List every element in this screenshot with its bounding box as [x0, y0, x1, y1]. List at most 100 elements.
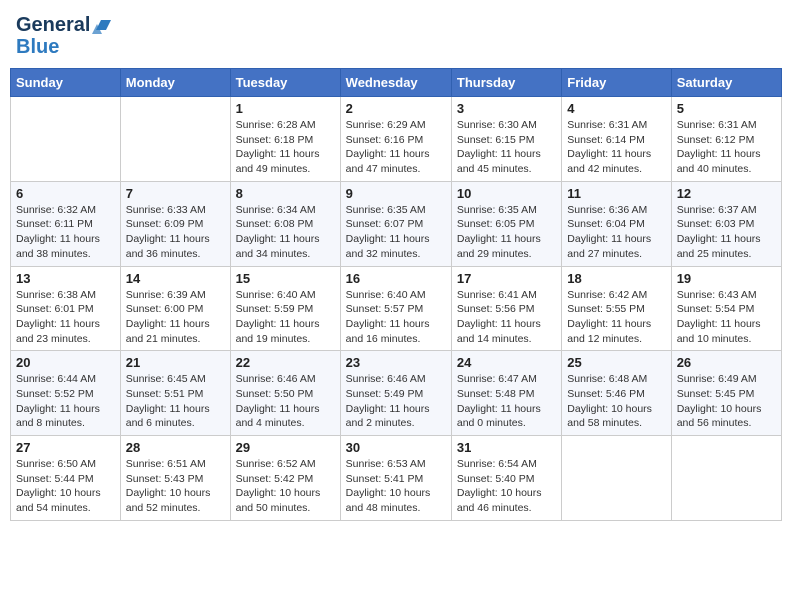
calendar-cell: 2Sunrise: 6:29 AMSunset: 6:16 PMDaylight…	[340, 97, 451, 182]
calendar-table: SundayMondayTuesdayWednesdayThursdayFrid…	[10, 68, 782, 521]
day-number: 5	[677, 101, 776, 116]
day-info: Sunrise: 6:43 AMSunset: 5:54 PMDaylight:…	[677, 288, 776, 347]
day-info: Sunrise: 6:36 AMSunset: 6:04 PMDaylight:…	[567, 203, 665, 262]
day-number: 16	[346, 271, 446, 286]
day-number: 7	[126, 186, 225, 201]
day-info: Sunrise: 6:47 AMSunset: 5:48 PMDaylight:…	[457, 372, 556, 431]
calendar-cell: 22 Sunrise: 6:46 AMSunset: 5:50 PMDayligh…	[230, 351, 340, 436]
calendar-cell: 9 Sunrise: 6:35 AMSunset: 6:07 PMDaylight…	[340, 181, 451, 266]
day-number: 21	[126, 355, 225, 370]
calendar-cell: 11Sunrise: 6:36 AMSunset: 6:04 PMDayligh…	[562, 181, 671, 266]
day-number: 17	[457, 271, 556, 286]
day-number: 14	[126, 271, 225, 286]
day-info: Sunrise: 6:29 AMSunset: 6:16 PMDaylight:…	[346, 118, 446, 177]
day-info: Sunrise: 6:33 AMSunset: 6:09 PMDaylight:…	[126, 203, 225, 262]
day-number: 25	[567, 355, 665, 370]
day-info: Sunrise: 6:48 AMSunset: 5:46 PMDaylight:…	[567, 372, 665, 431]
calendar-cell	[120, 97, 230, 182]
calendar-week-row: 27 Sunrise: 6:50 AMSunset: 5:44 PMDayligh…	[11, 436, 782, 521]
calendar-body: 1 Sunrise: 6:28 AMSunset: 6:18 PMDaylight…	[11, 97, 782, 521]
day-info: Sunrise: 6:46 AMSunset: 5:50 PMDaylight:…	[236, 372, 335, 431]
day-info: Sunrise: 6:37 AMSunset: 6:03 PMDaylight:…	[677, 203, 776, 262]
day-info: Sunrise: 6:40 AMSunset: 5:57 PMDaylight:…	[346, 288, 446, 347]
day-info: Sunrise: 6:53 AMSunset: 5:41 PMDaylight:…	[346, 457, 446, 516]
calendar-cell: 6 Sunrise: 6:32 AMSunset: 6:11 PMDaylight…	[11, 181, 121, 266]
day-info: Sunrise: 6:35 AMSunset: 6:07 PMDaylight:…	[346, 203, 446, 262]
day-info: Sunrise: 6:52 AMSunset: 5:42 PMDaylight:…	[236, 457, 335, 516]
calendar-cell: 1 Sunrise: 6:28 AMSunset: 6:18 PMDaylight…	[230, 97, 340, 182]
day-number: 27	[16, 440, 115, 455]
weekday-header-cell: Friday	[562, 69, 671, 97]
calendar-cell: 24 Sunrise: 6:47 AMSunset: 5:48 PMDayligh…	[451, 351, 561, 436]
weekday-header-cell: Thursday	[451, 69, 561, 97]
day-info: Sunrise: 6:54 AMSunset: 5:40 PMDaylight:…	[457, 457, 556, 516]
day-number: 13	[16, 271, 115, 286]
day-number: 10	[457, 186, 556, 201]
day-number: 20	[16, 355, 115, 370]
day-number: 12	[677, 186, 776, 201]
calendar-cell: 13Sunrise: 6:38 AMSunset: 6:01 PMDayligh…	[11, 266, 121, 351]
day-number: 23	[346, 355, 446, 370]
calendar-cell: 18 Sunrise: 6:42 AMSunset: 5:55 PMDayligh…	[562, 266, 671, 351]
calendar-cell: 4Sunrise: 6:31 AMSunset: 6:14 PMDaylight…	[562, 97, 671, 182]
day-number: 4	[567, 101, 665, 116]
day-number: 26	[677, 355, 776, 370]
day-info: Sunrise: 6:28 AMSunset: 6:18 PMDaylight:…	[236, 118, 335, 177]
day-number: 15	[236, 271, 335, 286]
calendar-cell: 29Sunrise: 6:52 AMSunset: 5:42 PMDayligh…	[230, 436, 340, 521]
page-header: General Blue	[10, 10, 782, 62]
calendar-cell: 8Sunrise: 6:34 AMSunset: 6:08 PMDaylight…	[230, 181, 340, 266]
weekday-header-cell: Tuesday	[230, 69, 340, 97]
calendar-cell: 25 Sunrise: 6:48 AMSunset: 5:46 PMDayligh…	[562, 351, 671, 436]
day-info: Sunrise: 6:30 AMSunset: 6:15 PMDaylight:…	[457, 118, 556, 177]
day-number: 6	[16, 186, 115, 201]
day-info: Sunrise: 6:50 AMSunset: 5:44 PMDaylight:…	[16, 457, 115, 516]
calendar-cell: 21 Sunrise: 6:45 AMSunset: 5:51 PMDayligh…	[120, 351, 230, 436]
logo: General Blue	[16, 14, 114, 58]
day-info: Sunrise: 6:45 AMSunset: 5:51 PMDaylight:…	[126, 372, 225, 431]
calendar-cell: 17 Sunrise: 6:41 AMSunset: 5:56 PMDayligh…	[451, 266, 561, 351]
day-number: 9	[346, 186, 446, 201]
calendar-week-row: 1 Sunrise: 6:28 AMSunset: 6:18 PMDaylight…	[11, 97, 782, 182]
day-number: 8	[236, 186, 335, 201]
day-info: Sunrise: 6:31 AMSunset: 6:12 PMDaylight:…	[677, 118, 776, 177]
calendar-cell: 14 Sunrise: 6:39 AMSunset: 6:00 PMDayligh…	[120, 266, 230, 351]
day-info: Sunrise: 6:42 AMSunset: 5:55 PMDaylight:…	[567, 288, 665, 347]
day-info: Sunrise: 6:40 AMSunset: 5:59 PMDaylight:…	[236, 288, 335, 347]
day-number: 28	[126, 440, 225, 455]
weekday-header-cell: Monday	[120, 69, 230, 97]
calendar-cell: 27 Sunrise: 6:50 AMSunset: 5:44 PMDayligh…	[11, 436, 121, 521]
day-info: Sunrise: 6:41 AMSunset: 5:56 PMDaylight:…	[457, 288, 556, 347]
day-info: Sunrise: 6:49 AMSunset: 5:45 PMDaylight:…	[677, 372, 776, 431]
day-number: 30	[346, 440, 446, 455]
calendar-cell: 3Sunrise: 6:30 AMSunset: 6:15 PMDaylight…	[451, 97, 561, 182]
day-info: Sunrise: 6:51 AMSunset: 5:43 PMDaylight:…	[126, 457, 225, 516]
calendar-week-row: 13Sunrise: 6:38 AMSunset: 6:01 PMDayligh…	[11, 266, 782, 351]
day-info: Sunrise: 6:39 AMSunset: 6:00 PMDaylight:…	[126, 288, 225, 347]
day-number: 18	[567, 271, 665, 286]
calendar-week-row: 20Sunrise: 6:44 AMSunset: 5:52 PMDayligh…	[11, 351, 782, 436]
day-info: Sunrise: 6:46 AMSunset: 5:49 PMDaylight:…	[346, 372, 446, 431]
calendar-cell: 19Sunrise: 6:43 AMSunset: 5:54 PMDayligh…	[671, 266, 781, 351]
calendar-week-row: 6 Sunrise: 6:32 AMSunset: 6:11 PMDaylight…	[11, 181, 782, 266]
calendar-cell: 16 Sunrise: 6:40 AMSunset: 5:57 PMDayligh…	[340, 266, 451, 351]
logo-blue: Blue	[16, 36, 59, 58]
calendar-cell: 28 Sunrise: 6:51 AMSunset: 5:43 PMDayligh…	[120, 436, 230, 521]
weekday-header-cell: Wednesday	[340, 69, 451, 97]
calendar-cell: 7 Sunrise: 6:33 AMSunset: 6:09 PMDaylight…	[120, 181, 230, 266]
day-number: 22	[236, 355, 335, 370]
calendar-cell	[11, 97, 121, 182]
calendar-cell: 23 Sunrise: 6:46 AMSunset: 5:49 PMDayligh…	[340, 351, 451, 436]
calendar-cell: 15 Sunrise: 6:40 AMSunset: 5:59 PMDayligh…	[230, 266, 340, 351]
logo-icon	[92, 16, 114, 34]
weekday-header-cell: Sunday	[11, 69, 121, 97]
calendar-cell: 26 Sunrise: 6:49 AMSunset: 5:45 PMDayligh…	[671, 351, 781, 436]
day-info: Sunrise: 6:35 AMSunset: 6:05 PMDaylight:…	[457, 203, 556, 262]
calendar-cell: 12 Sunrise: 6:37 AMSunset: 6:03 PMDayligh…	[671, 181, 781, 266]
weekday-header-row: SundayMondayTuesdayWednesdayThursdayFrid…	[11, 69, 782, 97]
logo-general: General	[16, 14, 90, 36]
day-number: 24	[457, 355, 556, 370]
day-info: Sunrise: 6:32 AMSunset: 6:11 PMDaylight:…	[16, 203, 115, 262]
day-number: 1	[236, 101, 335, 116]
calendar-cell	[671, 436, 781, 521]
